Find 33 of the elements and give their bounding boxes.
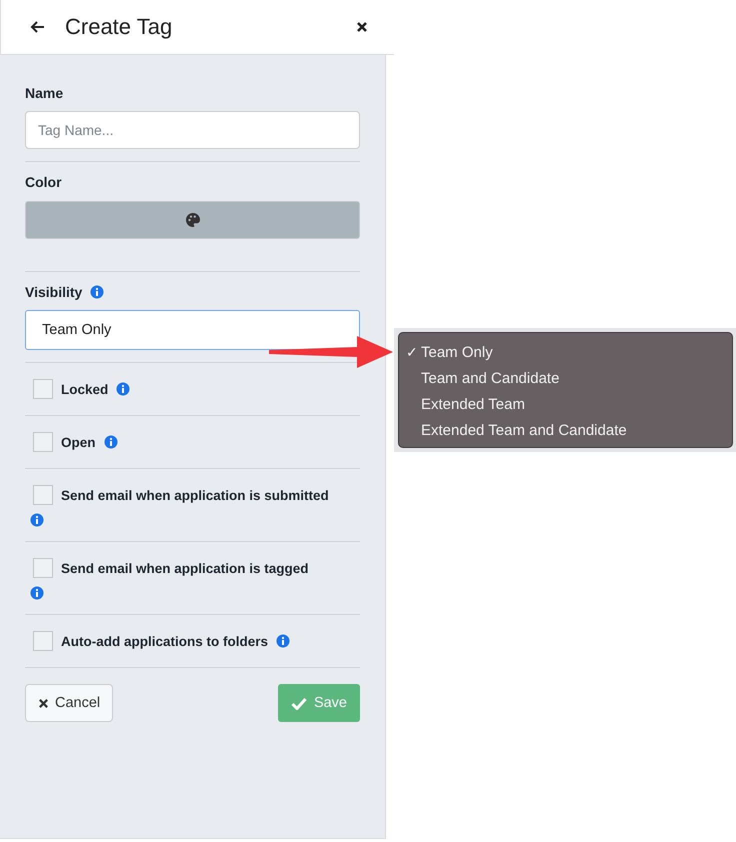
- cancel-button[interactable]: Cancel: [25, 684, 114, 722]
- checkbox[interactable]: [33, 631, 53, 651]
- name-input-field[interactable]: Tag Name...: [25, 111, 360, 149]
- close-icon[interactable]: [356, 21, 368, 33]
- panel-title: Create Tag: [65, 14, 174, 40]
- info-icon[interactable]: [116, 382, 130, 396]
- checkbox-label: Open: [61, 434, 96, 450]
- field-label: Visibility: [25, 284, 82, 300]
- checkbox[interactable]: [33, 558, 53, 578]
- back-arrow-icon[interactable]: [29, 20, 45, 34]
- info-icon[interactable]: [30, 586, 44, 600]
- palette-icon: [184, 212, 200, 228]
- menu-item[interactable]: Extended Team: [399, 391, 732, 417]
- checkbox-label: Send email when application is tagged: [61, 560, 309, 576]
- info-icon[interactable]: [90, 285, 104, 299]
- menu-item[interactable]: ✓ Team Only: [399, 339, 732, 365]
- checkbox-label: Auto-add applications to folders: [61, 634, 268, 648]
- checkbox-label: Send email when application is submitted: [61, 488, 329, 502]
- info-icon[interactable]: [104, 435, 118, 449]
- menu-item[interactable]: Team and Candidate: [399, 365, 732, 391]
- check-mark: ✓: [406, 344, 418, 360]
- close-icon: [38, 698, 49, 708]
- checkbox[interactable]: [33, 432, 53, 452]
- menu-item[interactable]: Extended Team and Candidate: [399, 417, 732, 443]
- checkbox-label: Locked: [61, 382, 108, 396]
- checkmark-icon: [290, 696, 307, 710]
- field-label: Color: [25, 174, 63, 190]
- visibility-select[interactable]: Team Only: [25, 310, 360, 350]
- field-label: Name: [25, 85, 64, 101]
- checkbox[interactable]: [33, 379, 53, 399]
- info-icon[interactable]: [30, 513, 44, 527]
- checkbox[interactable]: [33, 485, 53, 505]
- info-icon[interactable]: [276, 634, 290, 648]
